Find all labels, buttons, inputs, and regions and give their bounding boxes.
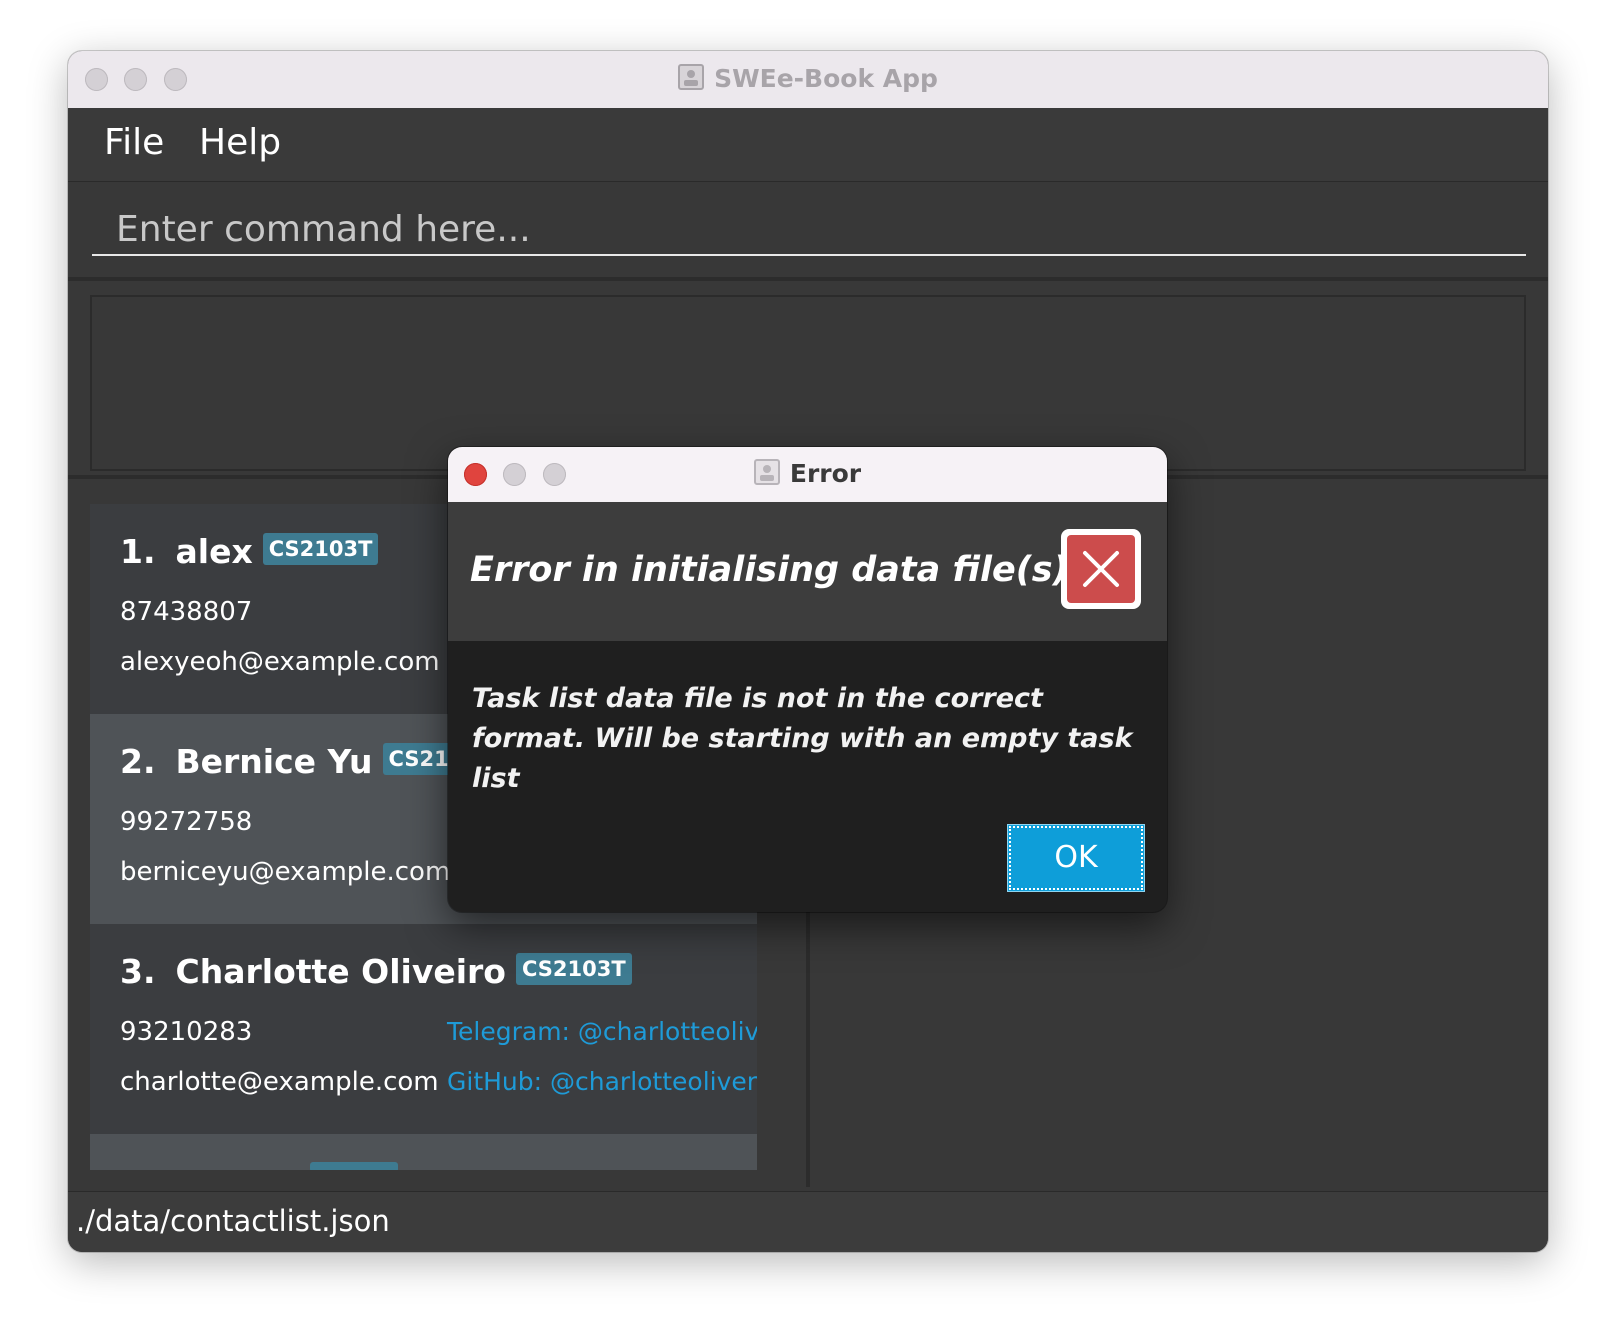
contact-email: alexyeoh@example.com [120,647,440,677]
contact-card[interactable]: 3. Charlotte Oliveiro CS2103T 93210283 cha… [90,924,757,1134]
divider [68,277,1548,281]
contact-tag: CS2103T [262,533,379,565]
result-display [90,295,1526,471]
contact-email: berniceyu@example.com [120,857,451,887]
contact-email: charlotte@example.com [120,1067,439,1097]
window-title: SWEe-Book App [68,64,1548,96]
contact-tag: CS2103T [515,953,632,985]
contact-name-text: alex [175,532,253,571]
contact-telegram-link[interactable]: Telegram: @charlotteoliv... [447,1017,757,1046]
ok-button[interactable]: OK [1007,824,1145,892]
contact-name: 3. Charlotte Oliveiro CS2103T [120,952,632,991]
app-icon [678,64,705,96]
contact-index: 2. [120,742,156,781]
contact-phone: 93210283 [120,1017,253,1047]
dialog-titlebar: Error [448,447,1167,502]
status-file-path: ./data/contactlist.json [76,1204,390,1238]
dialog-message: Task list data file is not in the correc… [472,683,1133,794]
dialog-heading: Error in initialising data file(s) [470,550,1069,590]
error-x-icon [1061,529,1141,609]
contact-name: 2. Bernice Yu CS2103T [120,742,499,781]
command-input[interactable]: Enter command here... [92,202,1526,256]
contact-index: 1. [120,532,156,571]
menu-help[interactable]: Help [199,122,281,163]
menu-file[interactable]: File [104,122,164,163]
contact-card[interactable] [90,1134,757,1170]
contact-tag [310,1162,398,1170]
dialog-title-text: Error [789,459,862,488]
window-titlebar: SWEe-Book App [68,51,1548,109]
status-bar: ./data/contactlist.json [68,1191,1548,1252]
contact-name: 1. alex CS2103T [120,532,379,571]
dialog-header: Error in initialising data file(s) [448,502,1167,641]
command-box: Enter command here... [68,182,1548,277]
contact-github-link[interactable]: GitHub: @charlotteoliverio [447,1067,757,1096]
dialog-title: Error [448,459,1167,491]
window-title-text: SWEe-Book App [714,64,938,93]
contact-index: 3. [120,952,156,991]
contact-name-text: Bernice Yu [175,742,373,781]
menu-bar: File Help [68,108,1548,182]
contact-phone: 99272758 [120,807,253,837]
contact-phone: 87438807 [120,597,253,627]
contact-name-text: Charlotte Oliveiro [175,952,506,991]
app-icon [753,459,780,491]
error-dialog: Error Error in initialising data file(s)… [448,447,1167,912]
